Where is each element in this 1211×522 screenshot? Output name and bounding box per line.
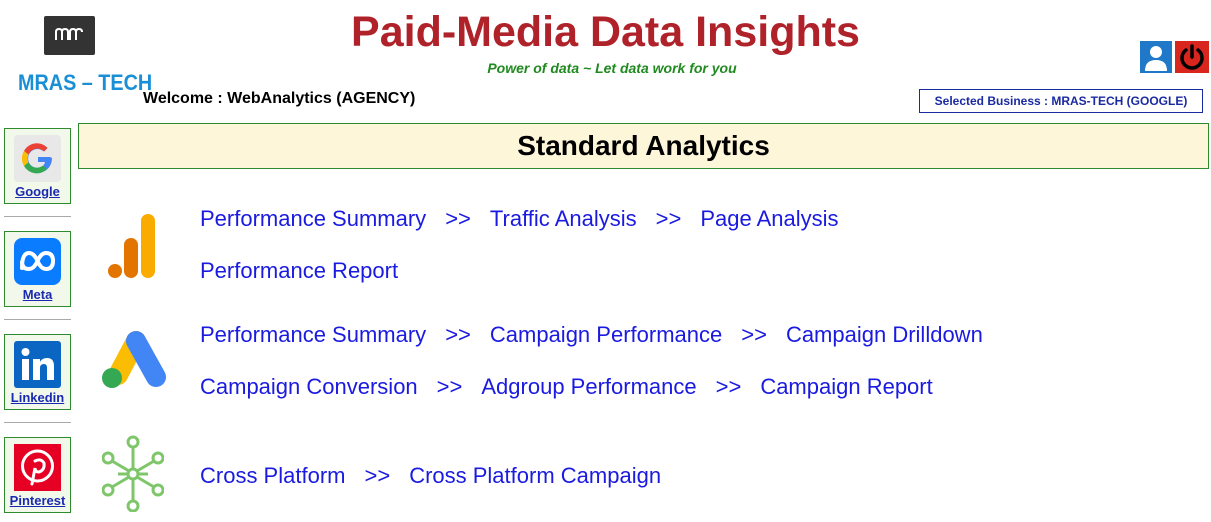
link-page-analysis[interactable]: Page Analysis — [700, 206, 838, 232]
link-cross-platform[interactable]: Cross Platform — [200, 463, 345, 489]
sidebar-divider — [4, 216, 71, 217]
link-adgroup-performance[interactable]: Adgroup Performance — [481, 374, 696, 400]
cross-platform-network-icon — [102, 435, 164, 512]
selected-business-badge: Selected Business : MRAS-TECH (GOOGLE) — [919, 89, 1203, 113]
google-analytics-icon — [108, 214, 155, 278]
sidebar-item-label: Linkedin — [10, 390, 65, 405]
google-ads-icon — [102, 331, 166, 388]
user-profile-button[interactable] — [1140, 41, 1172, 73]
sidebar-divider — [4, 422, 71, 423]
sidebar-divider — [4, 319, 71, 320]
sidebar-item-label: Pinterest — [9, 493, 66, 508]
section-cross-platform-row-1: Cross Platform >> Cross Platform Campaig… — [200, 463, 661, 489]
sidebar-item-google[interactable]: Google — [4, 128, 71, 204]
logout-button[interactable] — [1175, 41, 1209, 73]
link-performance-summary[interactable]: Performance Summary — [200, 206, 426, 232]
link-campaign-report[interactable]: Campaign Report — [760, 374, 932, 400]
section-analytics-row-1: Performance Summary >> Traffic Analysis … — [200, 206, 839, 232]
link-campaign-conversion[interactable]: Campaign Conversion — [200, 374, 418, 400]
section-ads-row-1: Performance Summary >> Campaign Performa… — [200, 322, 983, 348]
power-icon — [1180, 44, 1204, 70]
sidebar-item-pinterest[interactable]: Pinterest — [4, 437, 71, 513]
welcome-text: Welcome : WebAnalytics (AGENCY) — [143, 90, 416, 107]
sidebar-item-label: Meta — [22, 287, 53, 302]
breadcrumb-separator: >> — [445, 322, 471, 347]
link-cross-platform-campaign[interactable]: Cross Platform Campaign — [409, 463, 661, 489]
tagline: Power of data ~ Let data work for you — [487, 60, 737, 76]
link-performance-report[interactable]: Performance Report — [200, 258, 398, 284]
breadcrumb-separator: >> — [741, 322, 767, 347]
breadcrumb-separator: >> — [715, 374, 742, 399]
section-ads-row-2: Campaign Conversion >> Adgroup Performan… — [200, 374, 933, 400]
google-g-icon — [14, 135, 61, 182]
section-banner: Standard Analytics — [78, 123, 1209, 169]
page-title: Paid-Media Data Insights — [351, 8, 860, 56]
breadcrumb-separator: >> — [364, 463, 391, 488]
sidebar-item-label: Google — [15, 184, 60, 199]
breadcrumb-separator: >> — [436, 374, 463, 399]
user-icon — [1145, 46, 1167, 71]
sidebar-item-meta[interactable]: Meta — [4, 231, 71, 307]
linkedin-icon — [14, 341, 61, 388]
link-traffic-analysis[interactable]: Traffic Analysis — [490, 206, 637, 232]
sidebar-item-linkedin[interactable]: Linkedin — [4, 334, 71, 410]
link-performance-summary[interactable]: Performance Summary — [200, 322, 426, 348]
link-campaign-drilldown[interactable]: Campaign Drilldown — [786, 322, 983, 348]
pinterest-icon — [14, 444, 61, 491]
breadcrumb-separator: >> — [445, 206, 471, 231]
meta-icon — [14, 238, 61, 285]
section-analytics-row-2: Performance Report — [200, 258, 398, 284]
link-campaign-performance[interactable]: Campaign Performance — [490, 322, 722, 348]
breadcrumb-separator: >> — [655, 206, 682, 231]
